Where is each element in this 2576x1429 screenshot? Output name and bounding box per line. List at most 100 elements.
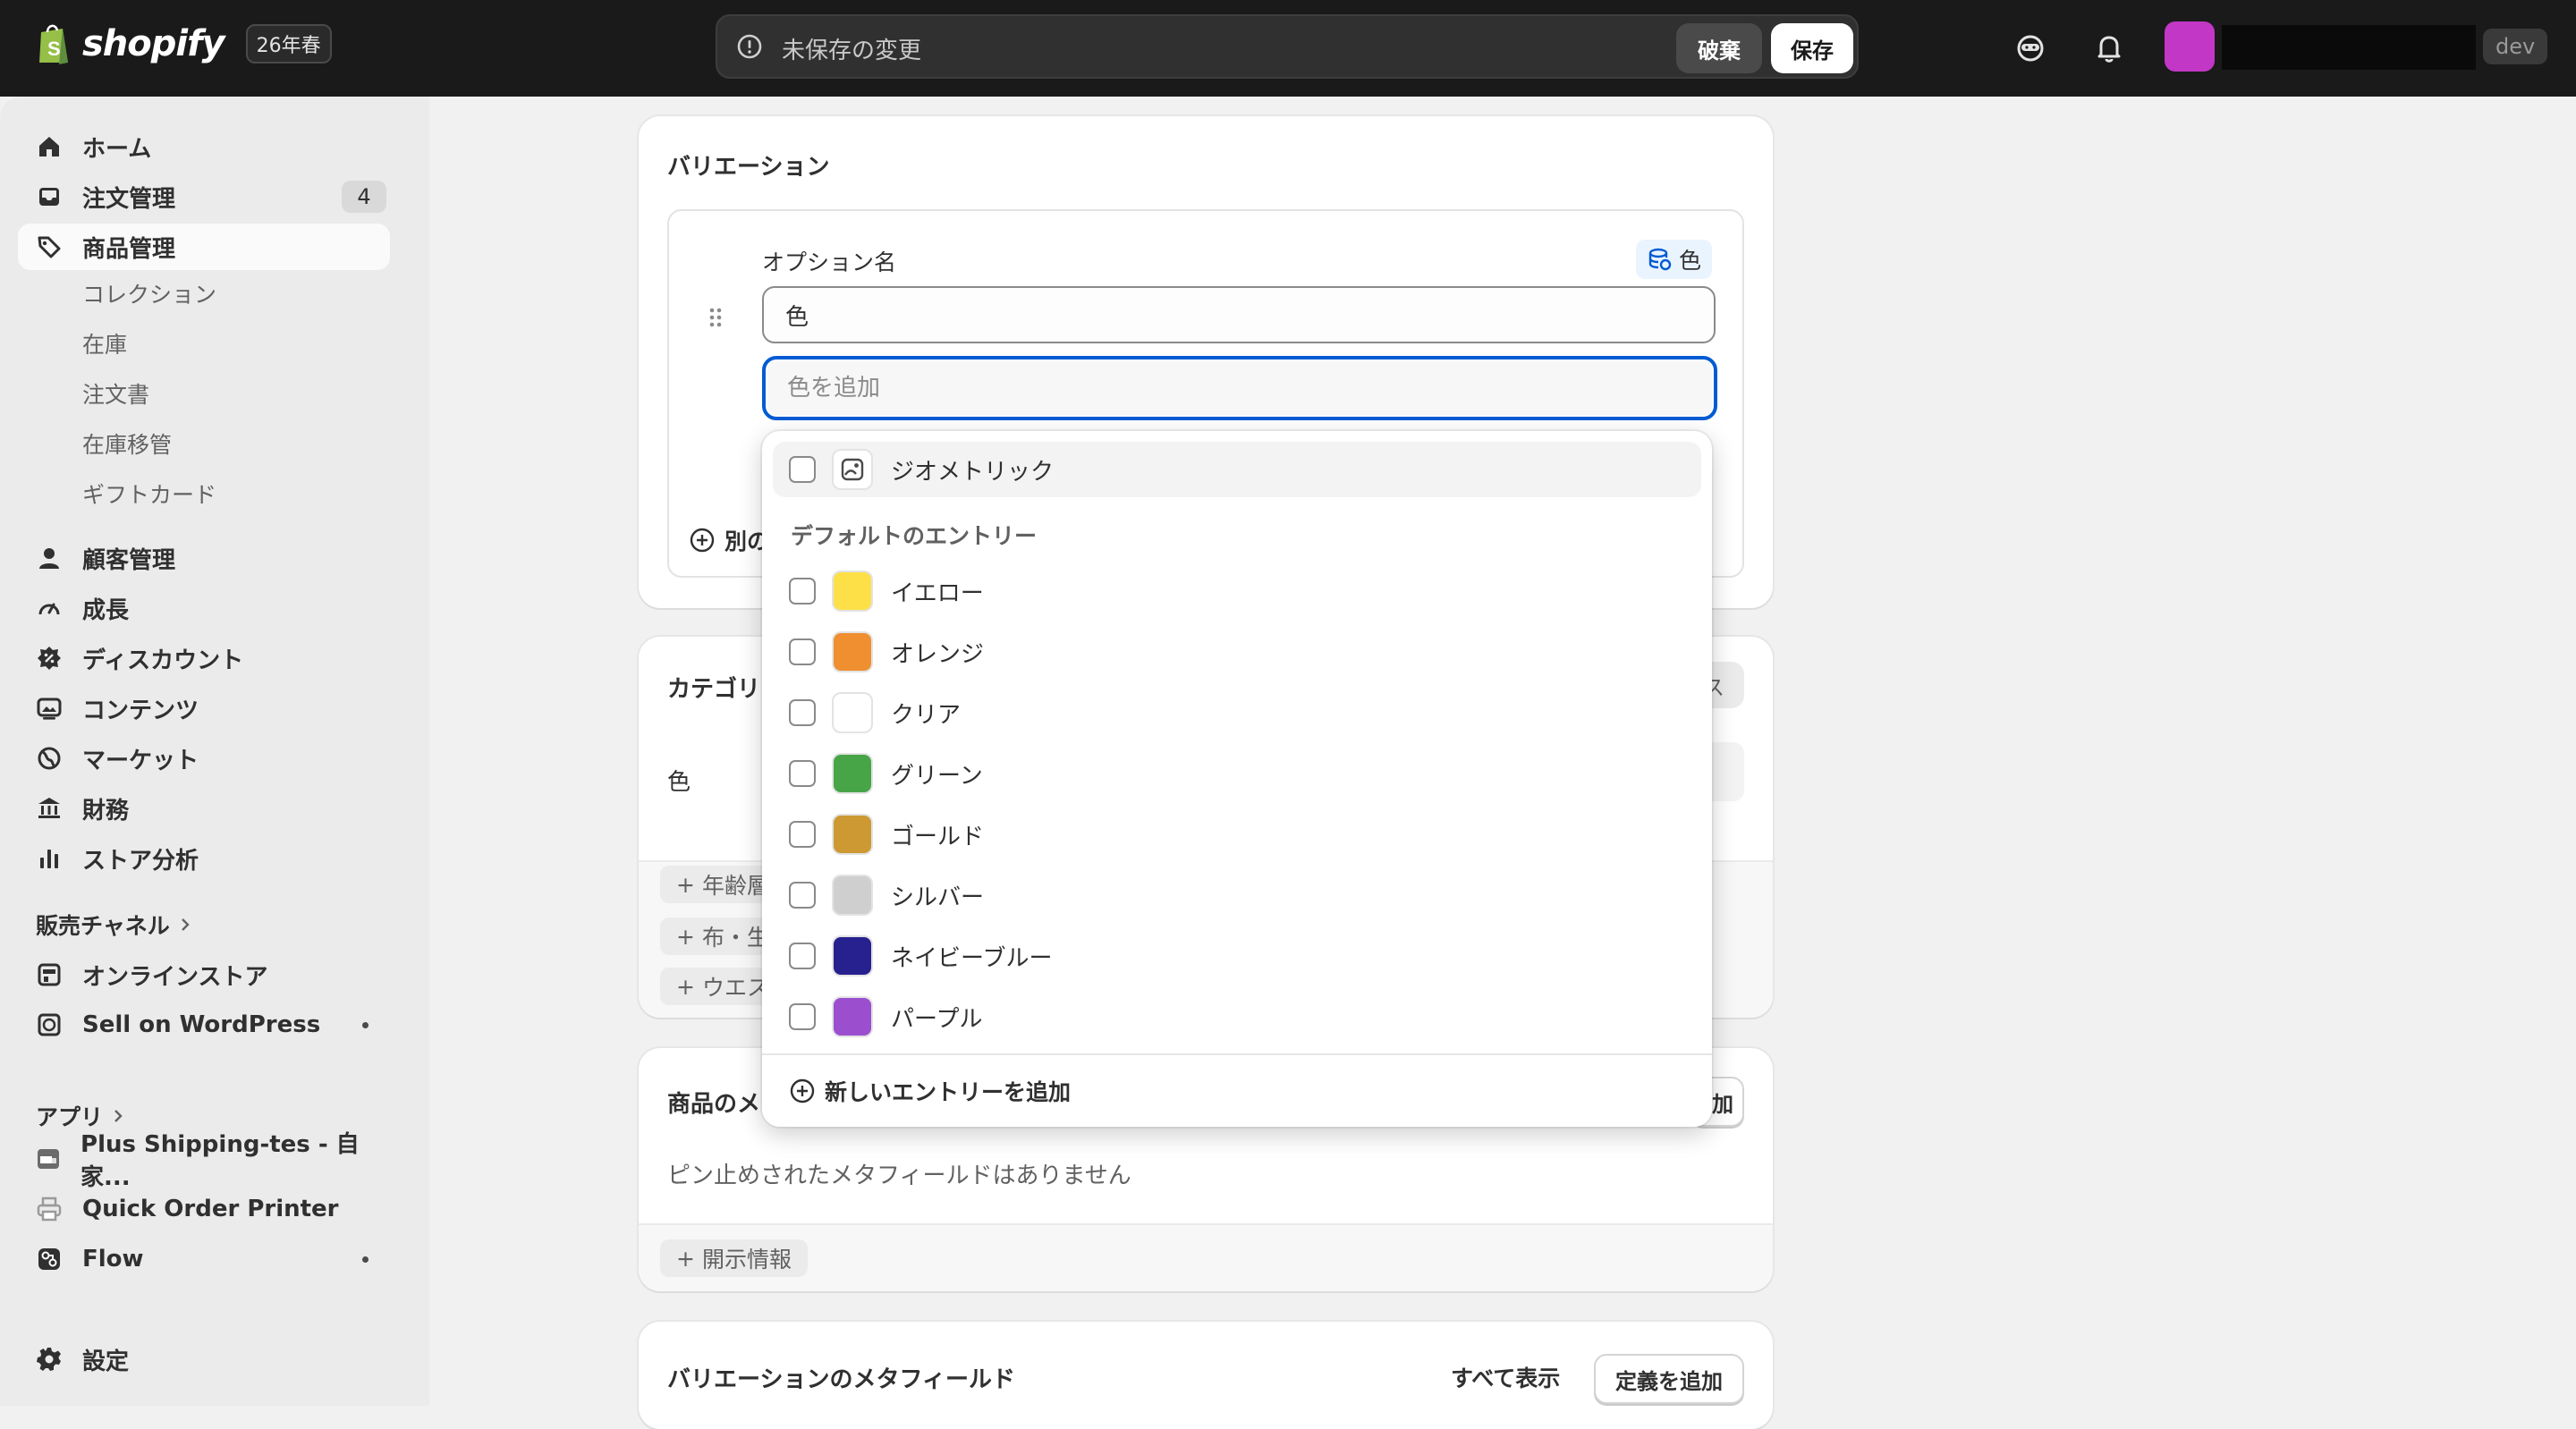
- dropdown-color-entry[interactable]: シルバー: [773, 867, 1701, 923]
- flow-app-icon: [34, 1244, 64, 1274]
- add-definition-button[interactable]: 定義を追加: [1594, 1354, 1744, 1404]
- dropdown-color-entry[interactable]: ネイビーブルー: [773, 928, 1701, 984]
- shipping-app-icon: [34, 1144, 63, 1174]
- add-another-option-button[interactable]: 別の: [689, 524, 769, 556]
- sidebar-item-orders[interactable]: 注文管理 4: [18, 173, 390, 220]
- show-all-link[interactable]: すべて表示: [1451, 1361, 1560, 1393]
- option-value-input[interactable]: [762, 356, 1717, 420]
- dropdown-color-entry[interactable]: ゴールド: [773, 807, 1701, 862]
- gear-icon: [34, 1344, 64, 1374]
- disclosure-pill[interactable]: + 開示情報: [660, 1239, 808, 1277]
- category-attribute-label: 色: [667, 769, 691, 796]
- variant-metafields-title: バリエーションのメタフィールド: [667, 1366, 1015, 1393]
- product-metafields-action-label: 加: [1712, 1091, 1733, 1117]
- color-entry-label: イエロー: [891, 579, 984, 607]
- discount-icon: [34, 643, 64, 673]
- color-swatch: [832, 753, 873, 794]
- dropdown-color-entry[interactable]: グリーン: [773, 746, 1701, 801]
- alert-circle-icon: [737, 34, 762, 59]
- checkbox[interactable]: [789, 943, 816, 969]
- wordpress-app-icon: [34, 1010, 64, 1040]
- default-entries-heading: デフォルトのエントリー: [791, 523, 1038, 549]
- sidebar-item-plus-shipping[interactable]: Plus Shipping-tes - 自家...: [18, 1131, 390, 1191]
- sidebar-item-sell-on-wordpress[interactable]: Sell on WordPress: [18, 1002, 390, 1048]
- checkbox[interactable]: [789, 638, 816, 665]
- sidebar-label-customers: 顧客管理: [82, 546, 176, 574]
- variant-metafields-card: バリエーションのメタフィールド すべて表示 定義を追加: [639, 1322, 1773, 1429]
- sidebar-sub-inventory[interactable]: 在庫: [82, 327, 127, 359]
- plus-circle-icon: [690, 528, 715, 553]
- color-entry-label: ネイビーブルー: [891, 944, 1053, 972]
- sidebar-label-analytics: ストア分析: [82, 847, 199, 875]
- sidebar-item-home[interactable]: ホーム: [18, 123, 390, 170]
- pill-label: ウエス: [701, 975, 769, 1001]
- sidebar-sub-transfers[interactable]: 在庫移管: [82, 427, 172, 460]
- color-entry-label: オレンジ: [891, 640, 985, 668]
- sidebar-item-online-store[interactable]: オンラインストア: [18, 951, 390, 998]
- storefront-icon: [34, 960, 64, 990]
- pill-label: 布・生: [701, 925, 769, 951]
- add-new-entry-button[interactable]: 新しいエントリーを追加: [762, 1053, 1712, 1127]
- sidebar-item-markets[interactable]: マーケット: [18, 735, 390, 782]
- dropdown-item-label: ジオメトリック: [891, 458, 1055, 486]
- checkbox[interactable]: [789, 578, 816, 605]
- store-avatar[interactable]: [2165, 21, 2215, 72]
- sidebar-item-quick-order-printer[interactable]: Quick Order Printer: [18, 1186, 390, 1232]
- sidebar-item-growth[interactable]: 成長: [18, 585, 390, 631]
- variants-card-title: バリエーション: [667, 154, 830, 181]
- sidekick-icon[interactable]: [2009, 27, 2052, 70]
- unsaved-changes-bar: 未保存の変更 破棄 保存: [716, 14, 1859, 79]
- sidebar-item-discounts[interactable]: ディスカウント: [18, 635, 390, 681]
- checkbox[interactable]: [789, 1003, 816, 1030]
- sidebar-sub-purchase-orders[interactable]: 注文書: [82, 377, 149, 410]
- sidebar-item-products[interactable]: 商品管理: [18, 224, 390, 270]
- sidebar-sub-gift-cards[interactable]: ギフトカード: [82, 478, 216, 510]
- checkbox[interactable]: [789, 699, 816, 726]
- dropdown-color-entry[interactable]: オレンジ: [773, 624, 1701, 680]
- metafield-link-chip[interactable]: 色: [1635, 240, 1712, 279]
- dropdown-item-geometric[interactable]: ジオメトリック: [773, 442, 1701, 497]
- color-options-dropdown: ジオメトリック デフォルトのエントリー イエローオレンジクリアグリーンゴールドシ…: [762, 431, 1712, 1127]
- sidebar-item-analytics[interactable]: ストア分析: [18, 835, 390, 882]
- image-content-icon: [34, 693, 64, 723]
- sidebar-item-customers[interactable]: 顧客管理: [18, 535, 390, 581]
- sidebar-item-flow[interactable]: Flow: [18, 1236, 390, 1282]
- edition-badge: 26年春: [245, 24, 332, 63]
- sidebar: ホーム 注文管理 4 商品管理 コレクション 在庫 注文書 在庫移管 ギフトカー…: [0, 97, 429, 1406]
- bar-chart-icon: [34, 843, 64, 874]
- account-name-redacted[interactable]: [2222, 25, 2476, 70]
- database-icon: [1648, 248, 1672, 271]
- sidebar-sub-collections[interactable]: コレクション: [82, 277, 216, 309]
- bell-icon[interactable]: [2088, 27, 2131, 70]
- svg-text:S: S: [47, 38, 61, 60]
- checkbox[interactable]: [789, 456, 816, 483]
- dropdown-color-entry[interactable]: クリア: [773, 685, 1701, 740]
- plus-icon: +: [676, 923, 695, 950]
- sidebar-item-settings[interactable]: 設定: [18, 1336, 390, 1382]
- color-swatch: [832, 875, 873, 916]
- sidebar-item-finance[interactable]: 財務: [18, 785, 390, 832]
- discard-button[interactable]: 破棄: [1676, 23, 1762, 73]
- add-new-entry-label: 新しいエントリーを追加: [825, 1079, 1072, 1105]
- drag-handle-icon[interactable]: [707, 306, 724, 329]
- save-button[interactable]: 保存: [1771, 23, 1853, 73]
- dropdown-color-entry[interactable]: パープル: [773, 989, 1701, 1044]
- checkbox[interactable]: [789, 821, 816, 848]
- sidebar-label-orders: 注文管理: [82, 185, 176, 213]
- option-name-label: オプション名: [762, 249, 897, 275]
- dropdown-color-entry[interactable]: イエロー: [773, 563, 1701, 619]
- sidebar-label-discounts: ディスカウント: [82, 647, 244, 674]
- sidebar-label-plus-shipping: Plus Shipping-tes - 自家...: [80, 1131, 360, 1191]
- tag-icon: [34, 232, 64, 262]
- sidebar-label-online-store: オンラインストア: [82, 963, 268, 991]
- unsaved-message: 未保存の変更: [782, 38, 922, 64]
- checkbox[interactable]: [789, 760, 816, 787]
- option-name-input[interactable]: [762, 286, 1716, 343]
- sidebar-label-home: ホーム: [82, 135, 152, 163]
- checkbox[interactable]: [789, 882, 816, 909]
- shopify-logo[interactable]: S shopify 26年春: [36, 21, 332, 66]
- gauge-icon: [34, 593, 64, 623]
- metafields-footer: [639, 1223, 1773, 1291]
- sidebar-item-content[interactable]: コンテンツ: [18, 685, 390, 731]
- sales-channels-heading[interactable]: 販売チャネル: [36, 909, 191, 941]
